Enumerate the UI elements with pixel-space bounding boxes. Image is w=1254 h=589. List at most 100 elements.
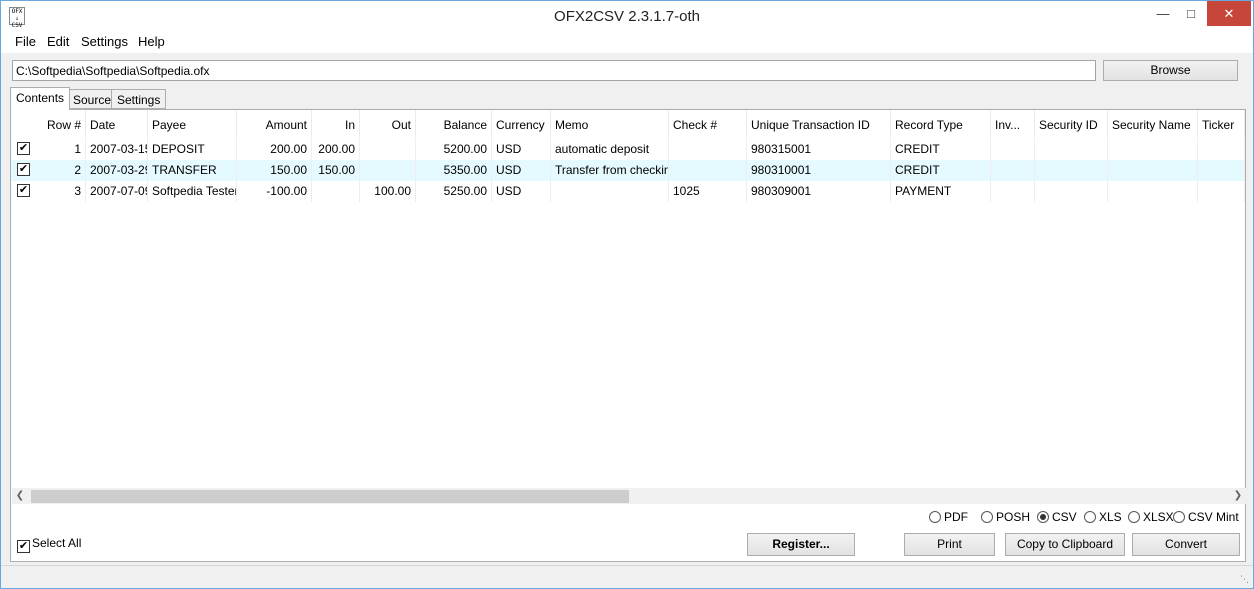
format-radio-xls[interactable]: XLS [1084,510,1122,524]
cell-row-number: 3 [41,181,86,202]
cell-currency: USD [492,139,551,160]
column-header-balance[interactable]: Balance [416,110,492,138]
format-options: PDF POSH CSV XLS XLSX CSV Mint [11,510,1247,526]
radio-dot-icon[interactable] [1128,511,1140,523]
print-button[interactable]: Print [904,533,995,556]
format-label: XLSX [1143,510,1174,524]
row-checkbox[interactable]: ✔ [17,184,30,197]
cell-row-number: 1 [41,139,86,160]
format-radio-csv[interactable]: CSV [1037,510,1077,524]
resize-grip-icon[interactable]: ⋱ [1240,574,1249,585]
menu-bar: File Edit Settings Help [1,31,1253,53]
row-checkbox[interactable]: ✔ [17,163,30,176]
menu-edit[interactable]: Edit [47,34,69,49]
radio-dot-icon[interactable] [981,511,993,523]
cell-in [312,181,360,202]
cell-balance: 5350.00 [416,160,492,181]
column-header-date[interactable]: Date [86,110,148,138]
menu-file[interactable]: File [15,34,36,49]
column-header-currency[interactable]: Currency [492,110,551,138]
column-header-out[interactable]: Out [360,110,416,138]
scroll-thumb[interactable] [31,490,629,503]
browse-button[interactable]: Browse [1103,60,1238,81]
cell-out [360,139,416,160]
row-checkbox[interactable]: ✔ [17,142,30,155]
format-radio-pdf[interactable]: PDF [929,510,968,524]
cell-security-name [1108,160,1198,181]
table-row[interactable]: ✔ 2 2007-03-29 TRANSFER 150.00 150.00 5350.00 U… [11,160,1245,181]
cell-investment [991,160,1035,181]
minimize-icon[interactable]: — [1149,1,1177,26]
transactions-grid[interactable]: Row # Date Payee Amount In Out Balance Currency… [11,110,1245,490]
tab-settings[interactable]: Settings [111,89,167,109]
cell-ticker [1198,160,1245,181]
title-bar[interactable]: OFX ↓ CSV OFX2CSV 2.3.1.7-oth — □ ✕ [1,1,1253,31]
column-header-payee[interactable]: Payee [148,110,237,138]
column-header-unique-transaction-id[interactable]: Unique Transaction ID [747,110,891,138]
cell-security-name [1108,139,1198,160]
cell-out [360,160,416,181]
column-header-record-type[interactable]: Record Type [891,110,991,138]
status-bar: ⋱ [1,565,1253,588]
cell-date: 2007-03-15 [86,139,148,160]
cell-amount: 200.00 [237,139,312,160]
cell-ticker [1198,181,1245,202]
radio-dot-icon[interactable] [1037,511,1049,523]
column-header-in[interactable]: In [312,110,360,138]
cell-memo [551,181,669,202]
scroll-right-icon[interactable]: ❯ [1230,488,1246,504]
cell-investment [991,139,1035,160]
cell-record-type: PAYMENT [891,181,991,202]
menu-settings[interactable]: Settings [81,34,128,49]
cell-check-number [669,139,747,160]
column-header-investment[interactable]: Inv... [991,110,1035,138]
cell-record-type: CREDIT [891,160,991,181]
table-row[interactable]: ✔ 3 2007-07-09 Softpedia Tester -100.00 100.0… [11,181,1245,202]
close-icon[interactable]: ✕ [1207,1,1251,26]
app-window: OFX ↓ CSV OFX2CSV 2.3.1.7-oth — □ ✕ File E… [0,0,1254,589]
format-label: PDF [944,510,968,524]
cell-ticker [1198,139,1245,160]
cell-check-number [669,160,747,181]
contents-panel: Row # Date Payee Amount In Out Balance Currency… [10,109,1246,562]
select-all-checkbox[interactable]: ✔ Select All [17,536,81,553]
format-radio-xlsx[interactable]: XLSX [1128,510,1174,524]
register-button[interactable]: Register... [747,533,855,556]
maximize-icon[interactable]: □ [1177,1,1205,26]
column-header-ticker[interactable]: Ticker [1198,110,1245,138]
table-row[interactable]: ✔ 1 2007-03-15 DEPOSIT 200.00 200.00 5200.00 US… [11,139,1245,160]
tab-source[interactable]: Source [67,89,118,109]
cell-date: 2007-07-09 [86,181,148,202]
radio-dot-icon[interactable] [929,511,941,523]
cell-date: 2007-03-29 [86,160,148,181]
cell-payee: Softpedia Tester [148,181,237,202]
cell-balance: 5250.00 [416,181,492,202]
cell-unique-transaction-id: 980315001 [747,139,891,160]
format-radio-posh[interactable]: POSH [981,510,1030,524]
horizontal-scrollbar[interactable]: ❮ ❯ [12,488,1246,504]
format-radio-csv-mint[interactable]: CSV Mint [1173,510,1239,524]
radio-dot-icon[interactable] [1173,511,1185,523]
column-header-amount[interactable]: Amount [237,110,312,138]
file-path-input[interactable]: C:\Softpedia\Softpedia\Softpedia.ofx [12,60,1096,81]
column-header-security-name[interactable]: Security Name [1108,110,1198,138]
column-header-security-id[interactable]: Security ID [1035,110,1108,138]
copy-to-clipboard-button[interactable]: Copy to Clipboard [1005,533,1125,556]
scroll-left-icon[interactable]: ❮ [12,488,28,504]
column-header-memo[interactable]: Memo [551,110,669,138]
format-label: CSV [1052,510,1077,524]
cell-payee: DEPOSIT [148,139,237,160]
cell-row-number: 2 [41,160,86,181]
grid-header: Row # Date Payee Amount In Out Balance Currency… [11,110,1245,138]
format-label: POSH [996,510,1031,524]
convert-button[interactable]: Convert [1132,533,1240,556]
select-all-check-icon[interactable]: ✔ [17,540,30,553]
radio-dot-icon[interactable] [1084,511,1096,523]
column-header-row-number[interactable]: Row # [41,110,86,138]
tab-contents[interactable]: Contents [10,87,71,110]
menu-help[interactable]: Help [138,34,165,49]
cell-memo: automatic deposit [551,139,669,160]
column-header-check-number[interactable]: Check # [669,110,747,138]
cell-amount: -100.00 [237,181,312,202]
cell-security-id [1035,139,1108,160]
